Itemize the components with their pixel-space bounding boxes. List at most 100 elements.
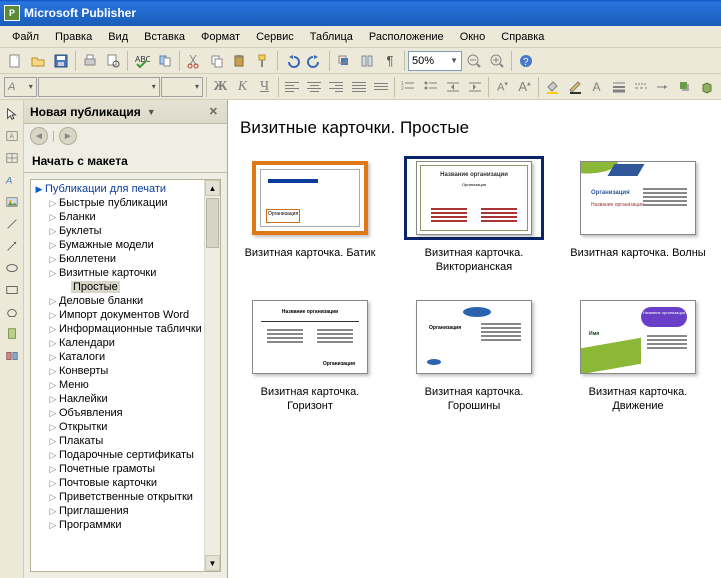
zoom-in-icon[interactable] (486, 50, 508, 72)
decrease-indent-icon[interactable] (442, 76, 463, 98)
tree-item[interactable]: ▷Каталоги (31, 350, 220, 364)
columns-icon[interactable] (356, 50, 378, 72)
tree-item[interactable]: ▷Наклейки (31, 392, 220, 406)
tree-item[interactable]: ▷Почтовые карточки (31, 476, 220, 490)
tree-item[interactable]: ▷Визитные карточки (31, 266, 220, 280)
text-box-tool-icon[interactable]: A (2, 126, 22, 146)
scroll-down-icon[interactable]: ▼ (205, 555, 220, 571)
autoshapes-tool-icon[interactable] (2, 302, 22, 322)
menu-format[interactable]: Формат (193, 29, 248, 45)
font-color-icon[interactable]: A (586, 76, 607, 98)
rectangle-tool-icon[interactable] (2, 280, 22, 300)
template-horizon[interactable]: Название организации Организация Визитна… (240, 295, 380, 414)
increase-indent-icon[interactable] (464, 76, 485, 98)
scroll-thumb[interactable] (206, 198, 219, 248)
format-painter-icon[interactable] (252, 50, 274, 72)
zoom-combo[interactable]: 50%▼ (408, 51, 462, 71)
tree-item[interactable]: ▷Бланки (31, 210, 220, 224)
tree-item[interactable]: ▷Подарочные сертификаты (31, 448, 220, 462)
menu-table[interactable]: Таблица (302, 29, 361, 45)
menu-view[interactable]: Вид (100, 29, 136, 45)
increase-font-icon[interactable]: A▴ (514, 76, 535, 98)
bullets-icon[interactable] (420, 76, 441, 98)
tree-item[interactable]: ▷Приветственные открытки (31, 490, 220, 504)
menu-insert[interactable]: Вставка (136, 29, 193, 45)
picture-frame-tool-icon[interactable] (2, 192, 22, 212)
arrow-style-icon[interactable] (652, 76, 673, 98)
menu-window[interactable]: Окно (452, 29, 494, 45)
bookmark-tool-icon[interactable] (2, 324, 22, 344)
tree-scrollbar[interactable]: ▲ ▼ (204, 180, 220, 571)
dash-style-icon[interactable] (630, 76, 651, 98)
align-center-icon[interactable] (304, 76, 325, 98)
italic-icon[interactable]: К (232, 76, 253, 98)
numbering-icon[interactable]: 12 (398, 76, 419, 98)
zoom-out-icon[interactable] (463, 50, 485, 72)
menu-arrange[interactable]: Расположение (361, 29, 452, 45)
redo-icon[interactable] (304, 50, 326, 72)
tree-item[interactable]: ▷Буклеты (31, 224, 220, 238)
task-pane-close-icon[interactable]: ✕ (206, 105, 221, 118)
style-combo[interactable]: A▾ (4, 77, 37, 97)
3d-icon[interactable] (696, 76, 717, 98)
tree-item[interactable]: ▷Бюллетени (31, 252, 220, 266)
line-style-icon[interactable] (608, 76, 629, 98)
nav-forward-icon[interactable]: ► (59, 127, 77, 145)
tree-item[interactable]: ▷Объявления (31, 406, 220, 420)
design-gallery-tool-icon[interactable] (2, 346, 22, 366)
tree-item[interactable]: ▷Меню (31, 378, 220, 392)
tree-item[interactable]: ▷Программки (31, 518, 220, 532)
align-justify-icon[interactable] (348, 76, 369, 98)
template-waves[interactable]: Организация Название организации Визитна… (568, 156, 708, 275)
help-icon[interactable]: ? (515, 50, 537, 72)
spell-icon[interactable]: ABC (131, 50, 153, 72)
print-icon[interactable] (79, 50, 101, 72)
bold-icon[interactable]: Ж (210, 76, 231, 98)
oval-tool-icon[interactable] (2, 258, 22, 278)
underline-icon[interactable]: Ч (254, 76, 275, 98)
tree-item[interactable]: ▷Конверты (31, 364, 220, 378)
tree-item[interactable]: ▷Информационные таблички (31, 322, 220, 336)
template-batik[interactable]: Организация Визитная карточка. Батик (240, 156, 380, 275)
fill-color-icon[interactable] (542, 76, 563, 98)
special-chars-icon[interactable]: ¶ (379, 50, 401, 72)
pointer-tool-icon[interactable] (2, 104, 22, 124)
cut-icon[interactable] (183, 50, 205, 72)
decrease-font-icon[interactable]: A▾ (492, 76, 513, 98)
open-icon[interactable] (27, 50, 49, 72)
tree-item[interactable]: ▷Быстрые публикации (31, 196, 220, 210)
tree-item[interactable]: ▷Открытки (31, 420, 220, 434)
template-motion[interactable]: Название организации Имя Визитная карточ… (568, 295, 708, 414)
shadow-icon[interactable] (674, 76, 695, 98)
template-peas[interactable]: Организация Визитная карточка. Горошины (404, 295, 544, 414)
bring-front-icon[interactable] (333, 50, 355, 72)
distribute-icon[interactable] (370, 76, 391, 98)
paste-icon[interactable] (229, 50, 251, 72)
menu-help[interactable]: Справка (493, 29, 552, 45)
tree-item-selected[interactable]: Простые (31, 280, 220, 294)
copy-icon[interactable] (206, 50, 228, 72)
nav-back-icon[interactable]: ◄ (30, 127, 48, 145)
tree-root[interactable]: ▶Публикации для печати (31, 182, 220, 196)
scroll-up-icon[interactable]: ▲ (205, 180, 220, 196)
align-left-icon[interactable] (282, 76, 303, 98)
tree-item[interactable]: ▷Деловые бланки (31, 294, 220, 308)
font-combo[interactable]: ▾ (38, 77, 160, 97)
line-tool-icon[interactable] (2, 214, 22, 234)
line-color-icon[interactable] (564, 76, 585, 98)
template-victorian[interactable]: Название организации Организация Визитна… (404, 156, 544, 275)
undo-icon[interactable] (281, 50, 303, 72)
task-pane-dropdown-icon[interactable]: ▼ (147, 107, 156, 117)
tree-item[interactable]: ▷Почетные грамоты (31, 462, 220, 476)
tree-item[interactable]: ▷Импорт документов Word (31, 308, 220, 322)
menu-file[interactable]: Файл (4, 29, 47, 45)
menu-tools[interactable]: Сервис (248, 29, 302, 45)
arrow-tool-icon[interactable] (2, 236, 22, 256)
research-icon[interactable] (154, 50, 176, 72)
tree-item[interactable]: ▷Плакаты (31, 434, 220, 448)
align-right-icon[interactable] (326, 76, 347, 98)
print-preview-icon[interactable] (102, 50, 124, 72)
insert-table-tool-icon[interactable] (2, 148, 22, 168)
font-size-combo[interactable]: ▾ (161, 77, 203, 97)
tree-item[interactable]: ▷Календари (31, 336, 220, 350)
